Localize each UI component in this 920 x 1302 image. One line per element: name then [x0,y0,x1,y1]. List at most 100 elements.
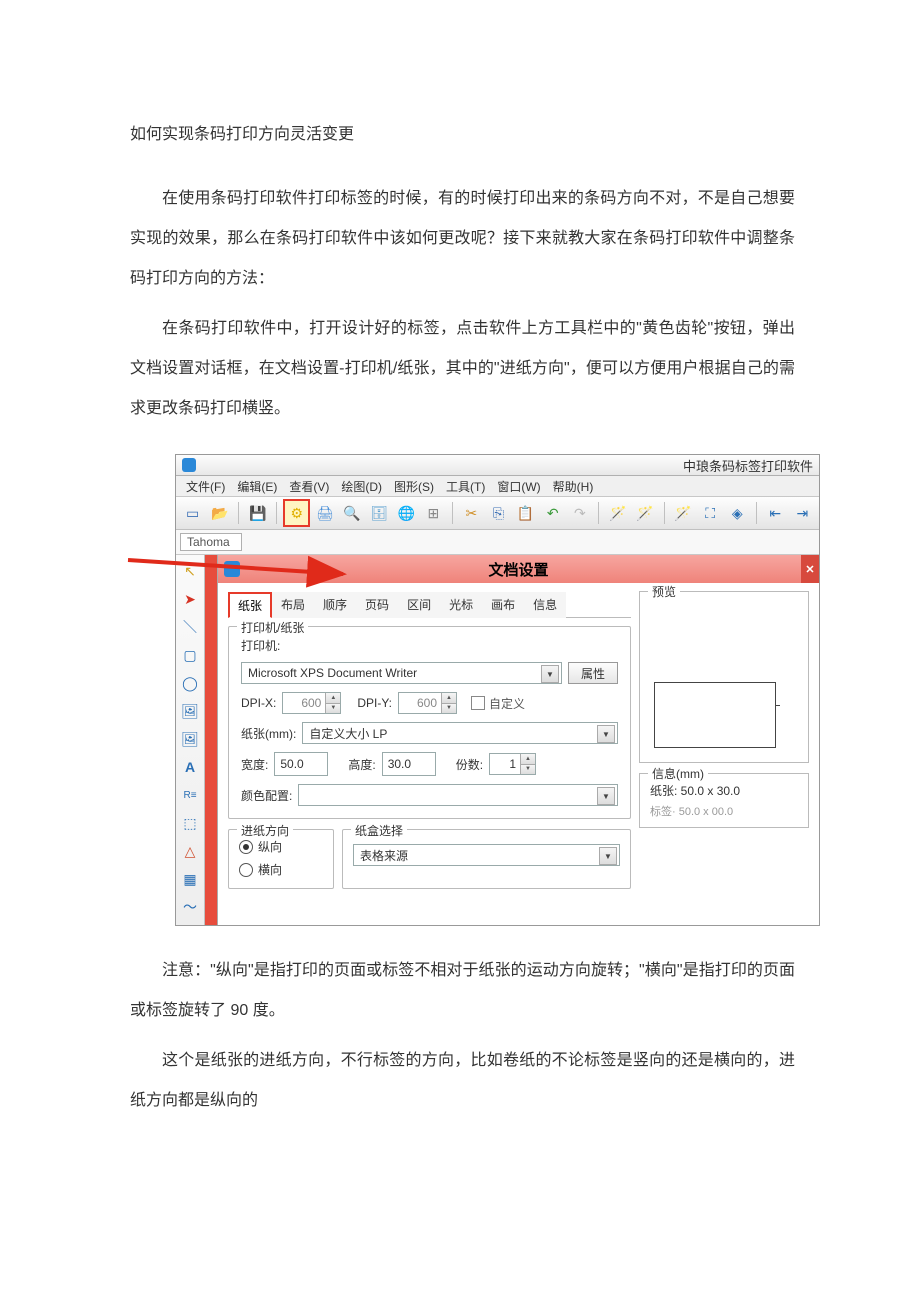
print-icon[interactable]: 🖨 [312,500,337,526]
tab-layout[interactable]: 布局 [272,592,314,618]
menu-window[interactable]: 窗口(W) [497,478,540,495]
pointer-icon[interactable]: ↖ [180,561,200,581]
menu-shape[interactable]: 图形(S) [394,478,434,495]
menu-help[interactable]: 帮助(H) [553,478,594,495]
chevron-down-icon[interactable]: ▼ [597,787,615,805]
workspace: ↖ ➤ ＼ ▢ ◯ 🖼 🖼 A R≡ ⬚ △ ▦ 〜 [176,555,819,925]
tab-page[interactable]: 页码 [356,592,398,618]
image2-icon[interactable]: 🖼 [180,729,200,749]
fieldset-printer-paper: 打印机/纸张 打印机: Microsoft XPS Document Write… [228,626,631,819]
radio-portrait[interactable]: 纵向 [239,838,282,855]
target-icon[interactable]: ◈ [725,500,750,526]
label-color: 颜色配置: [241,787,292,804]
dpiy-spinner[interactable]: 600 ▲▼ [398,692,457,714]
label-height: 高度: [348,756,375,773]
chevron-down-icon[interactable]: ▼ [597,725,615,743]
legend-printer: 打印机/纸张 [237,619,308,636]
font-name-input[interactable]: Tahoma [180,533,242,551]
app-title: 中琅条码标签打印软件 [683,456,813,475]
dialog-tabs: 纸张 布局 顺序 页码 区间 光标 画布 信息 [228,591,631,618]
toolbar: ▭ 📂 💾 ⚙ 🖨 🔍 🗄 🌐 ⊞ ✂ ⎘ 📋 ↶ ↷ 🪄 🪄 [176,497,819,530]
label-printer: 打印机: [241,637,280,654]
qr-icon[interactable]: ▦ [180,869,200,889]
tab-info[interactable]: 信息 [524,592,566,618]
barcode-icon[interactable]: ⬚ [180,813,200,833]
tab-order[interactable]: 顺序 [314,592,356,618]
copy-icon[interactable]: ⎘ [486,500,511,526]
legend-tray: 纸盒选择 [351,822,407,839]
tab-cursor[interactable]: 光标 [440,592,482,618]
roundrect-icon[interactable]: ▢ [180,645,200,665]
close-icon[interactable]: ✕ [801,555,819,583]
ellipse-icon[interactable]: ◯ [180,673,200,693]
line-icon[interactable]: ＼ [180,617,200,637]
chevron-down-icon[interactable]: ▼ [599,847,617,865]
doc-settings-dialog: 文档设置 ✕ 纸张 布局 顺序 页码 区间 光标 [217,555,819,925]
menu-draw[interactable]: 绘图(D) [341,478,382,495]
label-copies: 份数: [456,756,483,773]
width-input[interactable] [274,752,328,776]
tab-section[interactable]: 区间 [398,592,440,618]
wand-icon-2[interactable]: 🪄 [632,500,657,526]
gear-icon[interactable]: ⚙ [283,499,310,527]
printer-select[interactable]: Microsoft XPS Document Writer ▼ [241,662,562,684]
menu-edit[interactable]: 编辑(E) [237,478,277,495]
left-toolbar: ↖ ➤ ＼ ▢ ◯ 🖼 🖼 A R≡ ⬚ △ ▦ 〜 [176,555,205,925]
height-input[interactable] [382,752,436,776]
radio-landscape[interactable]: 横向 [239,861,282,878]
label-preview-box [654,682,776,748]
paper-select[interactable]: 自定义大小 LP ▼ [302,722,618,744]
align-icon-1[interactable]: ⇤ [763,500,788,526]
custom-checkbox[interactable]: 自定义 [471,695,525,712]
color-config-select[interactable]: ▼ [298,784,618,806]
wand-icon-3[interactable]: 🪄 [670,500,695,526]
dialog-icon [224,561,240,577]
app-icon [182,458,196,472]
expand-icon[interactable]: ⛶ [698,500,723,526]
menu-tools[interactable]: 工具(T) [446,478,485,495]
arrow-icon[interactable]: ➤ [180,589,200,609]
save-icon[interactable]: 💾 [245,500,270,526]
open-icon[interactable]: 📂 [207,500,232,526]
info-paper-size: 纸张: 50.0 x 30.0 [650,782,798,799]
fieldset-preview: 预览 [639,591,809,763]
info-cutoff: 标签· 50.0 x 00.0 [650,803,798,819]
paragraph-4: 这个是纸张的进纸方向，不行标签的方向，比如卷纸的不论标签是竖向的还是横向的，进纸… [130,1041,795,1121]
richtext-icon[interactable]: R≡ [180,785,200,805]
redo-icon[interactable]: ↷ [567,500,592,526]
triangle-icon[interactable]: △ [180,841,200,861]
undo-icon[interactable]: ↶ [540,500,565,526]
screenshot: 中琅条码标签打印软件 文件(F) 编辑(E) 查看(V) 绘图(D) 图形(S)… [175,454,820,926]
legend-preview: 预览 [648,583,680,600]
copies-spinner[interactable]: 1 ▲▼ [489,753,536,775]
menu-view[interactable]: 查看(V) [289,478,329,495]
grid-icon[interactable]: ⊞ [421,500,446,526]
paragraph-2: 在条码打印软件中，打开设计好的标签，点击软件上方工具栏中的"黄色齿轮"按钮，弹出… [130,309,795,429]
tray-select[interactable]: 表格来源 ▼ [353,844,620,866]
menubar: 文件(F) 编辑(E) 查看(V) 绘图(D) 图形(S) 工具(T) 窗口(W… [176,476,819,497]
tab-paper[interactable]: 纸张 [228,592,272,618]
menu-file[interactable]: 文件(F) [186,478,225,495]
chevron-down-icon[interactable]: ▼ [541,665,559,683]
app-window: 中琅条码标签打印软件 文件(F) 编辑(E) 查看(V) 绘图(D) 图形(S)… [175,454,820,926]
cut-icon[interactable]: ✂ [459,500,484,526]
canvas-edge [205,555,217,925]
legend-feed: 进纸方向 [237,822,293,839]
new-doc-icon[interactable]: ▭ [180,500,205,526]
text-a-icon[interactable]: A [180,757,200,777]
label-dpix: DPI-X: [241,696,276,710]
dpix-spinner[interactable]: 600 ▲▼ [282,692,341,714]
curve-icon[interactable]: 〜 [180,897,200,917]
paste-icon[interactable]: 📋 [513,500,538,526]
properties-button[interactable]: 属性 [568,662,618,684]
font-row: Tahoma [176,530,819,555]
image-icon[interactable]: 🖼 [180,701,200,721]
globe-icon[interactable]: 🌐 [394,500,419,526]
fieldset-tray: 纸盒选择 表格来源 ▼ [342,829,631,889]
tab-canvas[interactable]: 画布 [482,592,524,618]
paragraph-1: 在使用条码打印软件打印标签的时候，有的时候打印出来的条码方向不对，不是自己想要实… [130,179,795,299]
wand-icon-1[interactable]: 🪄 [605,500,630,526]
align-icon-2[interactable]: ⇥ [790,500,815,526]
preview-icon[interactable]: 🔍 [339,500,364,526]
db-icon[interactable]: 🗄 [367,500,392,526]
